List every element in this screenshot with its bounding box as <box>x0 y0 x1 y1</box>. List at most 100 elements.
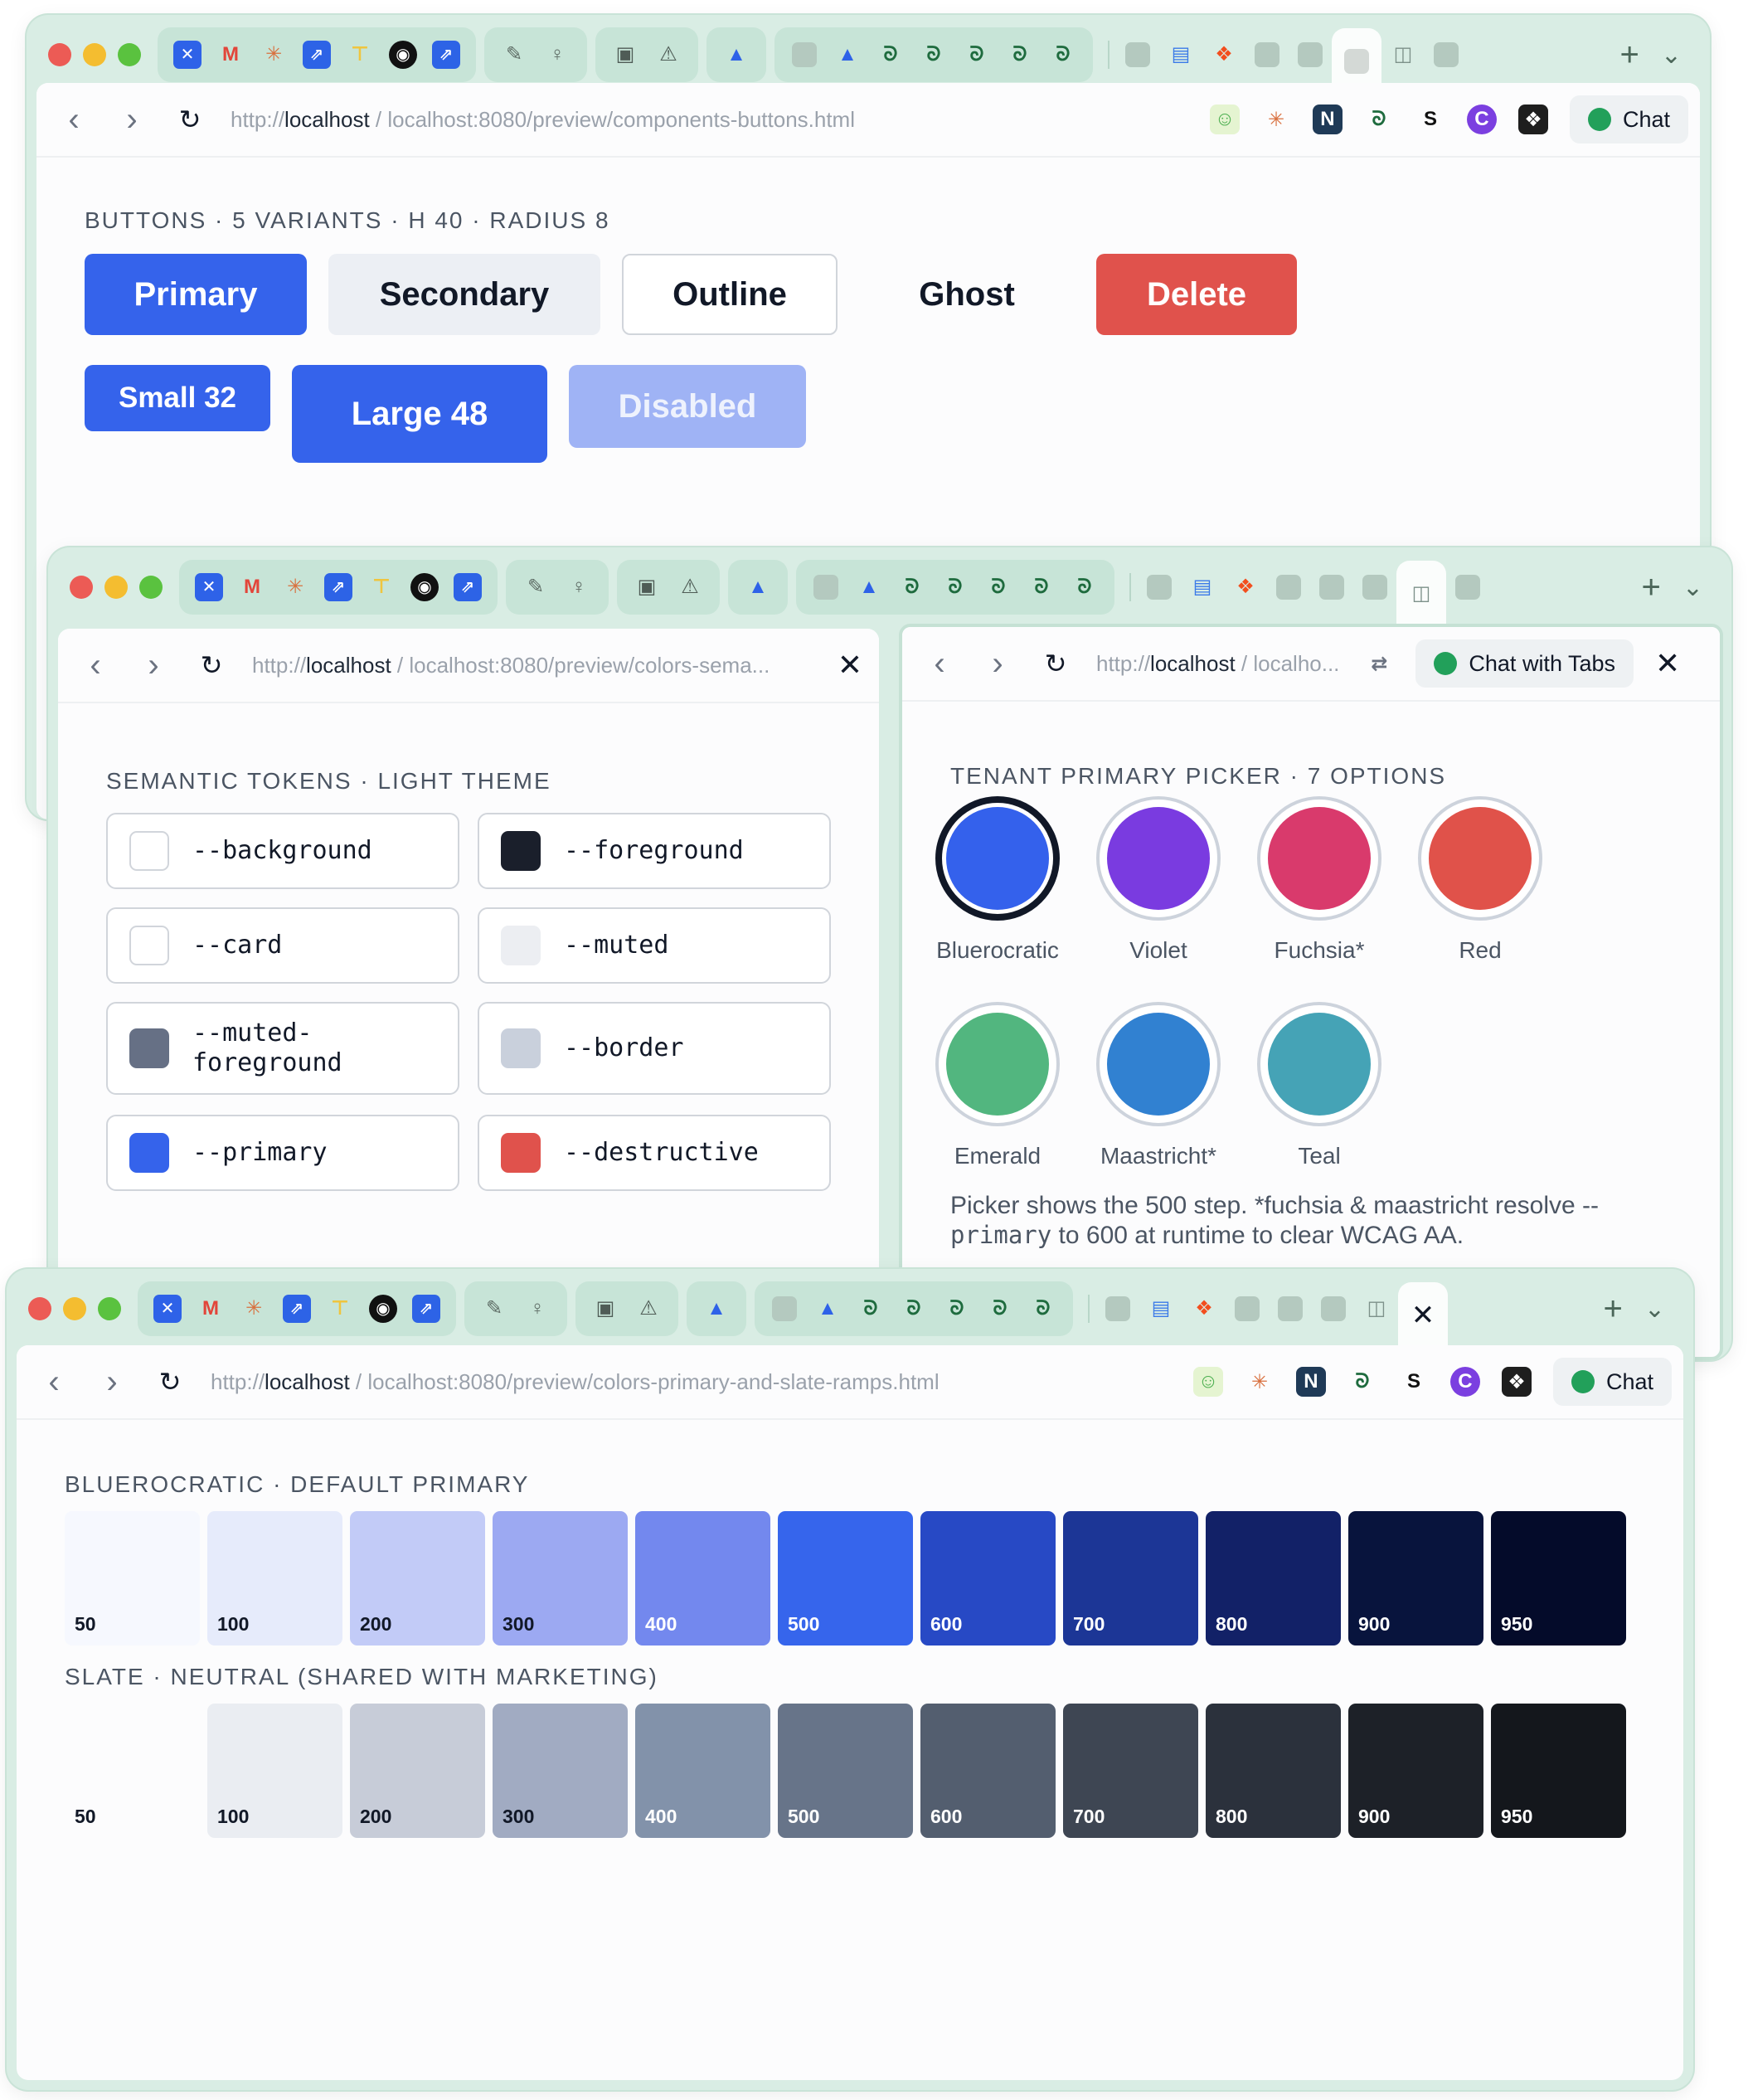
extension-claude-icon[interactable]: ✳ <box>1261 105 1291 134</box>
tab-slides[interactable]: ⊤ <box>318 1287 362 1330</box>
tab-tasks[interactable]: ▣ <box>625 566 668 609</box>
extension-claude-icon[interactable]: ✳ <box>1245 1367 1275 1397</box>
back-icon[interactable]: ‹ <box>45 101 103 139</box>
picker-option[interactable]: Violet <box>1088 796 1229 964</box>
picker-option[interactable]: Fuchsia* <box>1249 796 1390 964</box>
extension-s-icon[interactable]: S <box>1415 105 1445 134</box>
extension-c-icon[interactable]: C <box>1449 1367 1480 1397</box>
tab-confluence[interactable]: ✕ <box>146 1287 189 1330</box>
tab-blank-4[interactable] <box>1425 33 1468 76</box>
tab-agent-5[interactable]: ᘐ <box>1042 33 1085 76</box>
reload-icon[interactable]: ↻ <box>141 1366 199 1398</box>
chat-button[interactable]: Chat <box>1552 1358 1672 1406</box>
tab-tasks[interactable]: ▣ <box>604 33 647 76</box>
ghost-button[interactable]: Ghost <box>859 254 1075 335</box>
extension-figma-icon[interactable]: ❖ <box>1501 1367 1532 1397</box>
tab-agent-4[interactable]: ᘐ <box>998 33 1042 76</box>
secondary-button[interactable]: Secondary <box>328 254 600 335</box>
tab-gmail[interactable]: M <box>189 1287 232 1330</box>
chevron-down-icon[interactable]: ⌄ <box>1682 573 1703 602</box>
picker-option[interactable]: Emerald <box>927 1002 1068 1169</box>
tab-blank-3[interactable] <box>1289 33 1332 76</box>
back-icon[interactable]: ‹ <box>910 645 969 683</box>
tab-warning[interactable]: ⚠ <box>668 566 711 609</box>
close-window-icon[interactable] <box>70 576 93 599</box>
small-button[interactable]: Small 32 <box>85 365 270 431</box>
tab-warning[interactable]: ⚠ <box>647 33 690 76</box>
large-button[interactable]: Large 48 <box>292 365 547 463</box>
reload-icon[interactable]: ↻ <box>182 649 240 681</box>
tab-github[interactable]: ◉ <box>403 566 446 609</box>
address-bar[interactable]: http://localhost / localho... <box>1096 651 1339 677</box>
new-tab-icon[interactable]: + <box>1604 1291 1623 1328</box>
tab-agent-1[interactable]: ᘐ <box>891 566 934 609</box>
tab-notes[interactable]: ✎ <box>493 33 536 76</box>
extension-agent-icon[interactable]: ᘐ <box>1347 1367 1377 1397</box>
address-bar[interactable]: http://localhost / localhost:8080/previe… <box>252 653 770 678</box>
extension-c-icon[interactable]: C <box>1466 105 1497 134</box>
tab-warning[interactable]: ⚠ <box>627 1287 670 1330</box>
tab-agent-2[interactable]: ᘐ <box>912 33 955 76</box>
close-tab-icon[interactable]: ✕ <box>1411 1299 1435 1332</box>
extension-face-icon[interactable]: ☺ <box>1192 1367 1223 1397</box>
minimize-window-icon[interactable] <box>83 43 106 66</box>
tab-blank-4[interactable] <box>1353 566 1396 609</box>
tab-agent-3[interactable]: ᘐ <box>955 33 998 76</box>
forward-icon[interactable]: › <box>969 645 1027 683</box>
tab-gmail[interactable]: M <box>209 33 252 76</box>
tab-atlassian[interactable]: ▲ <box>715 33 758 76</box>
tab-docs[interactable]: ▤ <box>1159 33 1202 76</box>
tab-folder[interactable] <box>783 33 826 76</box>
tab-atlassian-2[interactable]: ▲ <box>826 33 869 76</box>
tab-confluence[interactable]: ✕ <box>166 33 209 76</box>
tab-hint[interactable]: ♀ <box>536 33 579 76</box>
tab-claude[interactable]: ✳ <box>232 1287 275 1330</box>
tab-blank-3[interactable] <box>1310 566 1353 609</box>
tab-atlassian-2[interactable]: ▲ <box>847 566 891 609</box>
tab-figma[interactable]: ❖ <box>1202 33 1245 76</box>
tab-agent-3[interactable]: ᘐ <box>935 1287 978 1330</box>
close-pane-icon[interactable]: ✕ <box>838 648 862 683</box>
tab-jira-2[interactable]: ⇗ <box>425 33 468 76</box>
tab-agent-4[interactable]: ᘐ <box>978 1287 1022 1330</box>
tab-notes[interactable]: ✎ <box>473 1287 516 1330</box>
tab-hint[interactable]: ♀ <box>516 1287 559 1330</box>
tab-agent-1[interactable]: ᘐ <box>869 33 912 76</box>
forward-icon[interactable]: › <box>124 647 182 684</box>
chat-button[interactable]: Chat <box>1569 95 1688 143</box>
address-bar[interactable]: http://localhost / localhost:8080/previe… <box>231 107 855 133</box>
tab-active-split[interactable]: ◫ <box>1396 561 1446 627</box>
maximize-window-icon[interactable] <box>139 576 163 599</box>
picker-option[interactable]: Bluerocratic <box>927 796 1068 964</box>
chat-with-tabs-button[interactable]: Chat with Tabs <box>1415 639 1634 688</box>
tab-jira[interactable]: ⇗ <box>295 33 338 76</box>
close-pane-icon[interactable]: ✕ <box>1655 646 1680 681</box>
tab-split[interactable]: ◫ <box>1355 1287 1398 1330</box>
tab-claude[interactable]: ✳ <box>274 566 317 609</box>
tab-blank-2[interactable] <box>1267 566 1310 609</box>
extension-notion-icon[interactable]: N <box>1312 105 1343 134</box>
address-bar[interactable]: http://localhost / localhost:8080/previe… <box>211 1369 940 1395</box>
tab-blank-4[interactable] <box>1312 1287 1355 1330</box>
tab-github[interactable]: ◉ <box>362 1287 405 1330</box>
picker-option[interactable]: Maastricht* <box>1088 1002 1229 1169</box>
tab-blank-2[interactable] <box>1245 33 1289 76</box>
extension-agent-icon[interactable]: ᘐ <box>1364 105 1394 134</box>
tab-confluence[interactable]: ✕ <box>187 566 231 609</box>
tab-tasks[interactable]: ▣ <box>584 1287 627 1330</box>
tab-gmail[interactable]: M <box>231 566 274 609</box>
tab-agent-1[interactable]: ᘐ <box>849 1287 892 1330</box>
reload-icon[interactable]: ↻ <box>1027 648 1085 679</box>
tab-blank-1[interactable] <box>1096 1287 1139 1330</box>
tab-agent-5[interactable]: ᘐ <box>1022 1287 1065 1330</box>
tab-switch-icon[interactable]: ⇄ <box>1364 649 1394 678</box>
forward-icon[interactable]: › <box>103 101 161 139</box>
back-icon[interactable]: ‹ <box>66 647 124 684</box>
tab-figma[interactable]: ❖ <box>1182 1287 1226 1330</box>
chevron-down-icon[interactable]: ⌄ <box>1661 41 1682 70</box>
tab-slides[interactable]: ⊤ <box>338 33 381 76</box>
primary-button[interactable]: Primary <box>85 254 307 335</box>
tab-slides[interactable]: ⊤ <box>360 566 403 609</box>
tab-agent-3[interactable]: ᘐ <box>977 566 1020 609</box>
tab-blank-1[interactable] <box>1116 33 1159 76</box>
